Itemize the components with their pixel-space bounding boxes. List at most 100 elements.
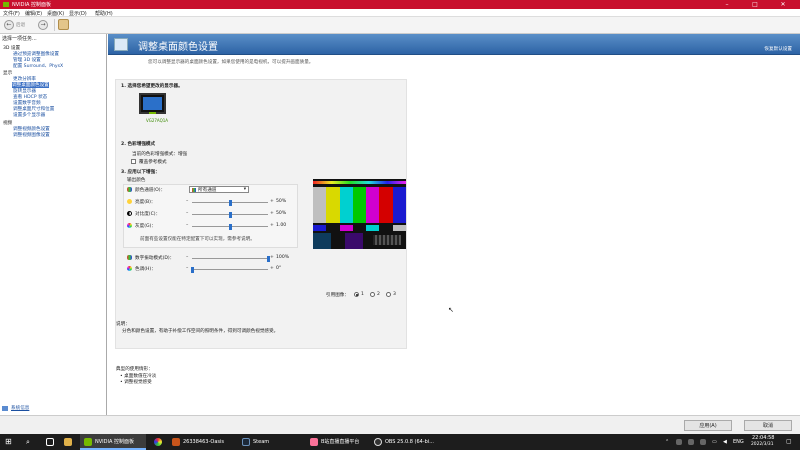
step1-heading: 1. 选择您希望更改的显示器。	[121, 84, 183, 89]
start-button[interactable]: ⊞	[5, 434, 12, 450]
network-icon[interactable]: ▭	[712, 434, 717, 450]
tree-item[interactable]: 配置 Surround、PhysX	[13, 63, 63, 69]
color-bar-red	[379, 187, 393, 223]
description-heading: 说明：	[116, 322, 130, 327]
reference-radio-2[interactable]	[370, 292, 375, 297]
content-pane: 调整桌面颜色设置 恢复默认设置 您可以调整显示器的桌面颜色设置，如果您使用的是电…	[108, 34, 800, 415]
slider-thumb[interactable]	[228, 199, 232, 206]
override-ref-label: 覆盖参考模式	[139, 160, 167, 165]
tray-up-arrow-icon[interactable]: ⌃	[665, 434, 669, 450]
windows-taskbar: ⊞ ⌕ NVIDIA 控制面板 26338463-Oasis Steam B站直…	[0, 434, 800, 450]
gamma-value: 1.00	[276, 223, 287, 228]
color-channel-icon	[127, 187, 132, 192]
color-channel-select[interactable]: 所有通道 ▾	[189, 186, 249, 193]
monitor-label[interactable]: VG27AQ1A	[146, 118, 168, 123]
brightness-label: 亮度(B)：	[135, 200, 156, 205]
taskbar-app-bilibili[interactable]: B站直播直播平台	[306, 434, 368, 450]
current-mode-text: 当前的色彩增强模式：增强	[132, 152, 188, 157]
volume-icon[interactable]: ◀	[723, 434, 727, 450]
brightness-icon	[127, 199, 132, 204]
sysinfo-icon	[2, 406, 8, 411]
taskbar-app-label: NVIDIA 控制面板	[95, 439, 134, 445]
gamma-plus: +	[270, 223, 274, 228]
toolbar: ← 后退 →	[0, 17, 800, 34]
desktop-color-icon	[114, 38, 128, 51]
description-text: 分色和颜色设置，有助于补偿工作空间的照明条件，得到可调颜色视觉感受。	[122, 329, 279, 334]
digital-vibrance-slider[interactable]	[192, 255, 270, 262]
sysinfo-link[interactable]: 系统信息	[11, 405, 29, 411]
hue-value: 0°	[276, 266, 282, 271]
hue-slider[interactable]	[190, 266, 268, 273]
tray-icon-2[interactable]	[688, 439, 694, 445]
menu-help[interactable]: 帮助(H)	[95, 10, 113, 17]
maximize-button[interactable]: □	[744, 0, 766, 9]
reference-radio-1[interactable]	[354, 292, 359, 297]
output-color-label: 输出颜色	[127, 178, 146, 183]
forward-button[interactable]: →	[38, 20, 48, 30]
reference-radio-3[interactable]	[386, 292, 391, 297]
pluge-steps	[373, 235, 401, 245]
gamma-slider[interactable]	[192, 223, 268, 230]
restore-defaults-link[interactable]: 恢复默认设置	[764, 46, 792, 52]
file-explorer-icon[interactable]	[64, 438, 72, 446]
chrome-icon[interactable]	[154, 438, 162, 446]
close-button[interactable]: ✕	[772, 0, 794, 9]
color-channel-select-value: 所有通道	[198, 188, 217, 193]
reverse-bar-magenta	[339, 225, 353, 231]
tree-item[interactable]: 调整视频图像设置	[13, 132, 50, 138]
toolbar-divider	[54, 19, 55, 31]
reverse-bar-blue	[313, 225, 327, 231]
taskbar-app-nvidia[interactable]: NVIDIA 控制面板	[80, 434, 146, 450]
mouse-cursor-icon: ↖	[448, 306, 454, 314]
slider-thumb[interactable]	[228, 223, 232, 230]
pluge-purple	[345, 233, 363, 249]
slider-thumb[interactable]	[190, 266, 194, 273]
tree-item[interactable]: 设置多个显示器	[13, 112, 45, 118]
title-bar: NVIDIA 控制面板 – □ ✕	[0, 0, 800, 9]
menu-edit[interactable]: 编辑(E)	[25, 10, 42, 17]
notification-icon[interactable]: ▢	[786, 434, 792, 450]
back-label[interactable]: 后退	[16, 22, 25, 28]
contrast-minus: –	[186, 211, 189, 216]
menu-desktop[interactable]: 桌面(K)	[47, 10, 64, 17]
taskbar-app-label: 26338463-Oasis	[183, 439, 224, 445]
bottom-bar: 应用(A) 取消	[0, 415, 800, 434]
taskbar-app-obs[interactable]: OBS 25.0.8 (64-bi...	[372, 434, 438, 450]
obs-icon	[374, 438, 382, 446]
gamma-icon	[127, 223, 132, 228]
step2-heading: 2. 色彩增强模式	[121, 142, 156, 147]
tree-category[interactable]: 视频	[3, 120, 12, 126]
clock-date[interactable]: 2022/3/31	[751, 437, 774, 450]
home-icon[interactable]	[58, 19, 69, 30]
minimize-button[interactable]: –	[716, 0, 738, 9]
taskbar-app-steam[interactable]: Steam	[238, 434, 300, 450]
override-ref-checkbox[interactable]	[131, 159, 136, 164]
menu-file[interactable]: 文件(F)	[3, 10, 20, 17]
apply-button[interactable]: 应用(A)	[684, 420, 732, 431]
brightness-value: 50%	[276, 199, 287, 204]
contrast-slider[interactable]	[192, 211, 268, 218]
monitor-icon[interactable]	[139, 93, 166, 114]
gamma-label: 灰度(G)：	[135, 224, 156, 229]
monitor-screen	[143, 97, 162, 110]
intro-text: 您可以调整显示器的桌面颜色设置，如果您使用的是电视机，可以提升画面质量。	[148, 60, 314, 65]
digital-vibrance-icon	[127, 255, 132, 260]
menu-display[interactable]: 显示(D)	[69, 10, 87, 17]
reference-radio-1-label: 1	[361, 292, 364, 297]
reverse-bar-black-2	[352, 225, 367, 231]
brightness-slider[interactable]	[192, 199, 268, 206]
task-tree: 选择一项任务... 3D 设置 通过预览调整图像设置 管理 3D 设置 配置 Surr…	[0, 34, 107, 415]
search-icon[interactable]: ⌕	[26, 434, 30, 450]
back-icon[interactable]: ←	[4, 20, 14, 30]
color-bar-cyan	[339, 187, 353, 223]
slider-thumb[interactable]	[228, 211, 232, 218]
tray-icon-3[interactable]	[700, 439, 706, 445]
nvidia-logo-icon	[3, 2, 9, 7]
tray-icon-1[interactable]	[676, 439, 682, 445]
tree-category[interactable]: 显示	[3, 70, 12, 76]
task-view-icon[interactable]	[46, 438, 54, 446]
chevron-down-icon: ▾	[243, 187, 246, 192]
language-indicator[interactable]: ENG	[733, 434, 744, 450]
reverse-bar-black-1	[326, 225, 340, 231]
taskbar-app-oasis[interactable]: 26338463-Oasis	[168, 434, 234, 450]
